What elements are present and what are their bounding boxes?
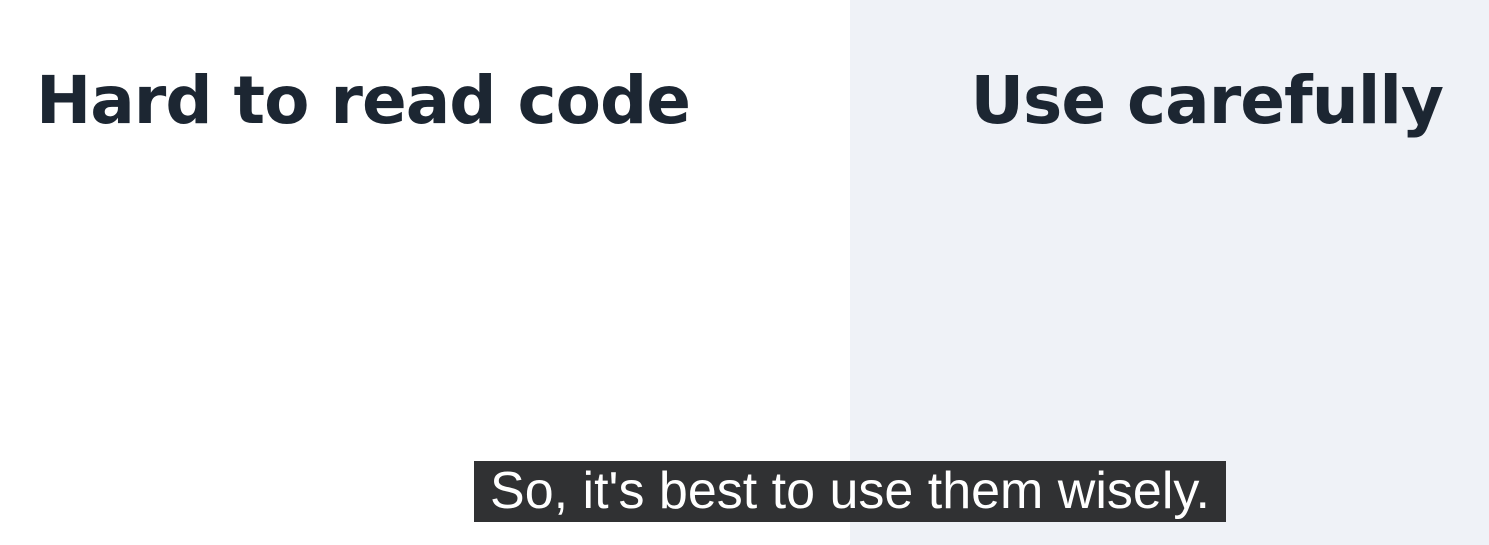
subtitle-caption: So, it's best to use them wisely. — [474, 461, 1226, 522]
right-panel-title: Use carefully — [970, 62, 1444, 139]
left-panel-title: Hard to read code — [36, 62, 691, 139]
